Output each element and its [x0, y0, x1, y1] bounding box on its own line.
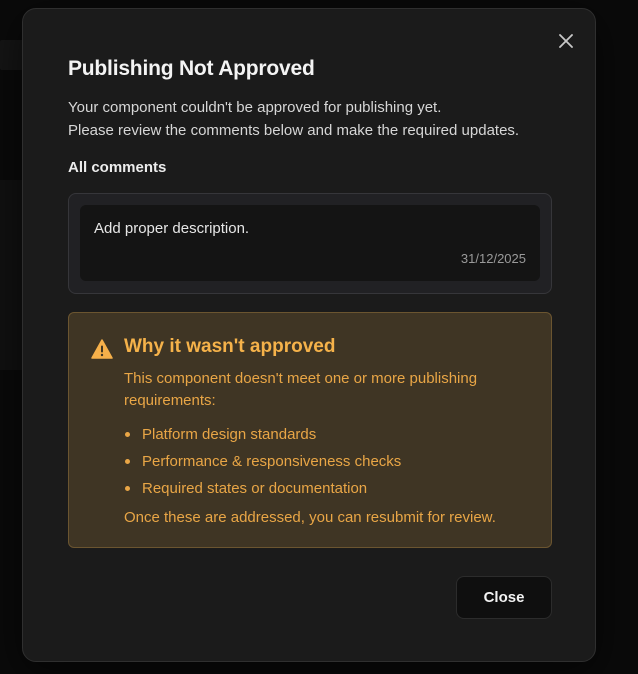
comment-item: Add proper description. 31/12/2025 [80, 205, 540, 281]
comments-section-label: All comments [68, 159, 167, 176]
warning-footer: Once these are addressed, you can resubm… [124, 509, 496, 526]
publishing-not-approved-dialog: Publishing Not Approved Your component c… [22, 8, 596, 662]
bullet-icon [125, 432, 130, 437]
comment-text: Add proper description. [94, 220, 250, 237]
requirements-list: Platform design standards Performance & … [124, 421, 401, 502]
requirement-text: Required states or documentation [142, 480, 368, 497]
background-element [0, 180, 24, 370]
comments-list: Add proper description. 31/12/2025 [68, 193, 552, 294]
requirement-item: Performance & responsiveness checks [124, 448, 401, 475]
bullet-icon [125, 486, 130, 491]
warning-description: This component doesn't meet one or more … [124, 370, 478, 409]
requirement-text: Platform design standards [142, 426, 317, 443]
rejection-reason-panel: Why it wasn't approved This component do… [68, 312, 552, 548]
subtitle-line: Please review the comments below and mak… [68, 122, 520, 139]
requirement-item: Platform design standards [124, 421, 401, 448]
requirement-text: Performance & responsiveness checks [142, 453, 402, 470]
bullet-icon [125, 459, 130, 464]
close-icon [559, 34, 573, 48]
subtitle-line: Your component couldn't be approved for … [68, 99, 442, 116]
warning-title: Why it wasn't approved [124, 336, 336, 357]
comment-date: 31/12/2025 [460, 251, 526, 266]
warning-icon [91, 339, 113, 359]
dialog-subtitle: Your component couldn't be approved for … [68, 96, 519, 142]
close-dialog-button[interactable] [553, 28, 579, 54]
dialog-title: Publishing Not Approved [68, 57, 315, 80]
requirement-item: Required states or documentation [124, 475, 401, 502]
close-button[interactable]: Close [456, 576, 552, 619]
